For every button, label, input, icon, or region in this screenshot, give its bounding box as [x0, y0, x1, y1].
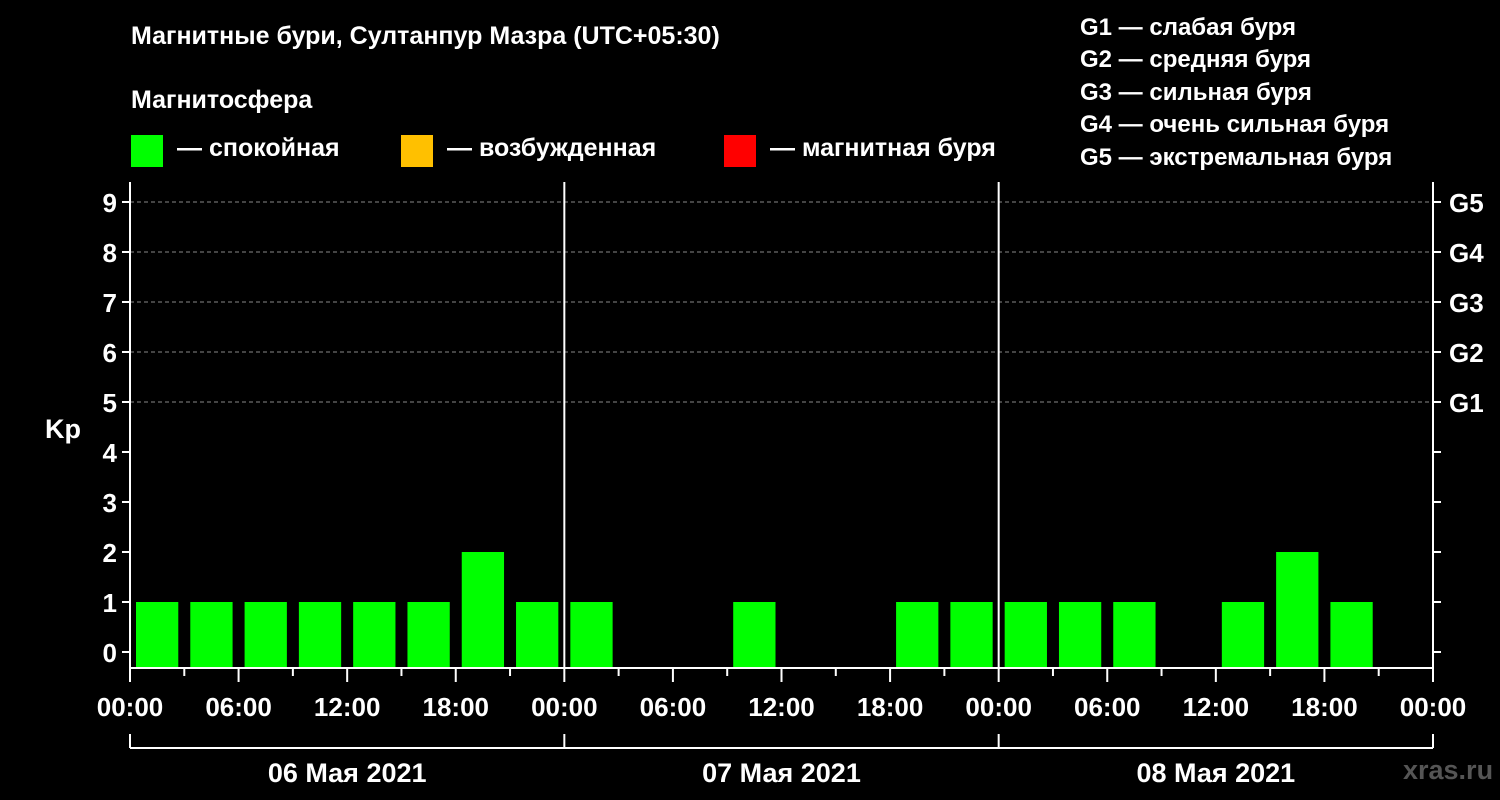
x-tick-label: 00:00 — [531, 692, 598, 722]
kp-bar — [896, 602, 939, 668]
kp-bar — [1221, 602, 1265, 668]
y-axis-label: Kp — [45, 414, 81, 444]
x-tick-label: 12:00 — [314, 692, 381, 722]
y-tick-label: 9 — [103, 188, 117, 218]
y-tick-label: 8 — [103, 238, 117, 268]
x-tick-label: 18:00 — [423, 692, 490, 722]
day-label: 08 Мая 2021 — [1136, 758, 1295, 788]
kp-bar — [1113, 602, 1156, 668]
x-tick-label: 00:00 — [97, 692, 164, 722]
day-label: 07 Мая 2021 — [702, 758, 861, 788]
x-tick-label: 18:00 — [857, 692, 924, 722]
kp-bar — [407, 602, 450, 668]
kp-bar — [950, 602, 993, 668]
x-tick-label: 12:00 — [748, 692, 815, 722]
kp-bar — [516, 602, 559, 668]
kp-bar — [244, 602, 287, 668]
x-tick-label: 06:00 — [1074, 692, 1141, 722]
y-tick-label: 4 — [103, 438, 118, 468]
x-tick-label: 00:00 — [965, 692, 1032, 722]
watermark: xras.ru — [1403, 755, 1494, 785]
kp-bar — [298, 602, 342, 668]
g-scale-label: G4 — [1449, 238, 1484, 268]
y-tick-label: 6 — [103, 338, 117, 368]
kp-bar — [1004, 602, 1047, 668]
kp-bar — [1058, 602, 1102, 668]
x-tick-label: 06:00 — [205, 692, 272, 722]
g-scale-label: G3 — [1449, 288, 1484, 318]
y-tick-label: 0 — [103, 638, 117, 668]
y-tick-label: 2 — [103, 538, 117, 568]
kp-bar — [461, 552, 505, 668]
g-scale-label: G1 — [1449, 388, 1484, 418]
x-tick-label: 00:00 — [1400, 692, 1467, 722]
kp-chart: 0 1 2 3 4 5 6 7 8 9 G1 G2 G3 G4 G5 Kp 00:00 06:00 12:00 18:… — [45, 182, 1484, 788]
kp-bar — [136, 602, 179, 668]
kp-bar — [353, 602, 396, 668]
day-label: 06 Мая 2021 — [268, 758, 427, 788]
kp-bar — [1276, 552, 1319, 668]
y-tick-label: 3 — [103, 488, 117, 518]
x-tick-label: 06:00 — [640, 692, 707, 722]
kp-bar — [570, 602, 613, 668]
y-tick-label: 7 — [103, 288, 117, 318]
kp-bar — [190, 602, 233, 668]
g-scale-label: G2 — [1449, 338, 1484, 368]
x-tick-label: 12:00 — [1183, 692, 1250, 722]
kp-bar — [733, 602, 776, 668]
kp-bar — [1330, 602, 1373, 668]
y-tick-label: 5 — [103, 388, 117, 418]
y-tick-label: 1 — [103, 588, 117, 618]
x-tick-label: 18:00 — [1291, 692, 1358, 722]
g-scale-label: G5 — [1449, 188, 1484, 218]
